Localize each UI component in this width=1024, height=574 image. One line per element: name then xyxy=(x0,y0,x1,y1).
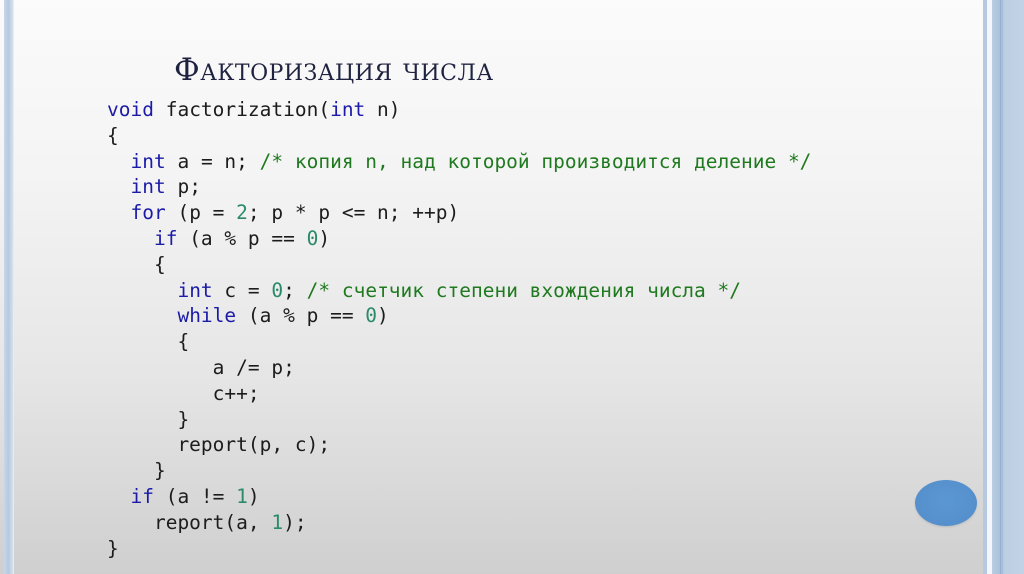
code-text: report(a, xyxy=(107,510,272,534)
code-comment: /* счетчик степени вхождения числа */ xyxy=(306,278,742,302)
code-text: factorization( xyxy=(153,98,331,121)
code-text: n) xyxy=(365,98,401,121)
code-text: { xyxy=(107,252,166,276)
code-block: void factorization(int n){ int a = n; /*… xyxy=(107,97,811,561)
code-line: if (a != 1) xyxy=(107,484,811,510)
code-text: } xyxy=(107,407,190,431)
code-keyword: while xyxy=(177,304,237,328)
code-text: { xyxy=(107,123,119,147)
code-keyword: if xyxy=(130,484,154,508)
left-decorative-stripe xyxy=(4,0,14,574)
code-keyword: int xyxy=(130,149,166,173)
code-text: } xyxy=(107,459,166,483)
navigation-circle-button[interactable] xyxy=(915,480,977,526)
code-keyword: int xyxy=(330,98,366,121)
code-line: } xyxy=(107,536,811,562)
code-number: 1 xyxy=(271,510,284,534)
code-text: a = n; xyxy=(165,149,260,173)
code-text: ; xyxy=(283,278,307,302)
right-decorative-band xyxy=(992,0,1024,574)
code-line: } xyxy=(107,458,811,484)
code-text: { xyxy=(107,330,190,354)
code-keyword: int xyxy=(130,175,166,199)
slide-background: Факторизация числа void factorization(in… xyxy=(0,0,983,574)
code-text: c++; xyxy=(107,381,260,405)
code-line: for (p = 2; p * p <= n; ++p) xyxy=(107,200,811,226)
code-line: int a = n; /* копия n, над которой произ… xyxy=(107,149,811,175)
code-comment: /* копия n, над которой производится дел… xyxy=(259,149,812,173)
slide-title: Факторизация числа xyxy=(174,52,494,88)
code-text: ) xyxy=(247,484,260,508)
code-line: while (a % p == 0) xyxy=(107,303,811,329)
code-text: a /= p; xyxy=(107,355,295,379)
code-text: (p = xyxy=(165,201,237,225)
code-text: ; p * p <= n; ++p) xyxy=(247,201,460,225)
code-line: if (a % p == 0) xyxy=(107,226,811,252)
code-line: int p; xyxy=(107,174,811,200)
code-text: (a != xyxy=(153,484,237,508)
code-line: c++; xyxy=(107,381,811,407)
code-line: { xyxy=(107,329,811,355)
code-line: void factorization(int n) xyxy=(107,97,811,123)
code-text: ) xyxy=(318,226,331,250)
code-text: ); xyxy=(283,510,307,534)
code-text: (a % p == xyxy=(236,304,366,328)
code-keyword: for xyxy=(130,201,166,225)
code-line: { xyxy=(107,252,811,278)
code-line: report(p, c); xyxy=(107,432,811,458)
code-line: report(a, 1); xyxy=(107,510,811,536)
code-keyword: void xyxy=(107,98,154,121)
code-number: 2 xyxy=(236,201,248,225)
code-text: report(p, c); xyxy=(107,433,331,457)
code-line: int c = 0; /* счетчик степени вхождения … xyxy=(107,278,811,304)
code-text: p; xyxy=(165,175,201,199)
code-number: 1 xyxy=(236,484,248,508)
code-number: 0 xyxy=(365,304,378,328)
code-keyword: int xyxy=(177,278,213,302)
code-line: a /= p; xyxy=(107,355,811,381)
code-text: c = xyxy=(212,278,272,302)
code-keyword: if xyxy=(153,226,178,250)
code-text: (a % p == xyxy=(177,226,307,250)
code-number: 0 xyxy=(271,278,284,302)
code-line: { xyxy=(107,123,811,149)
code-number: 0 xyxy=(306,226,319,250)
code-text: } xyxy=(107,536,119,560)
code-text: ) xyxy=(377,304,389,328)
code-line: } xyxy=(107,407,811,433)
